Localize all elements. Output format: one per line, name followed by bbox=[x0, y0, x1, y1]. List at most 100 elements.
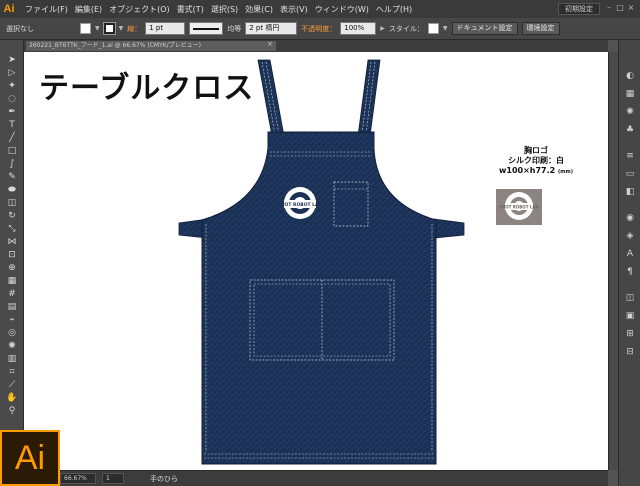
menu-select[interactable]: 選択(S) bbox=[211, 4, 238, 15]
app-logo: Ai bbox=[3, 3, 15, 15]
layers-panel-icon[interactable]: ◫ bbox=[623, 292, 637, 305]
page-field[interactable]: 1 bbox=[102, 473, 124, 484]
status-bar: 66.67% 1 手のひら bbox=[24, 470, 608, 486]
logo-caption-size: w100×h77.2 (mm) bbox=[476, 166, 596, 177]
close-icon[interactable]: × bbox=[626, 2, 636, 14]
right-waist-tie bbox=[433, 218, 465, 239]
current-tool-status[interactable]: 手のひら bbox=[150, 474, 178, 484]
menu-window[interactable]: ウィンドウ(W) bbox=[315, 4, 369, 15]
menu-view[interactable]: 表示(V) bbox=[280, 4, 308, 15]
menu-type[interactable]: 書式(T) bbox=[177, 4, 204, 15]
logo-caption-print: シルク印刷：白 bbox=[508, 156, 564, 165]
menu-file[interactable]: ファイル(F) bbox=[25, 4, 68, 15]
mesh-tool-icon[interactable]: # bbox=[5, 288, 19, 300]
pen-tool-icon[interactable]: ✒ bbox=[5, 106, 19, 118]
logo-size-value: w100×h77.2 bbox=[498, 166, 556, 175]
blend-tool-icon[interactable]: ◎ bbox=[5, 327, 19, 339]
left-neck-strap bbox=[257, 59, 285, 137]
opacity-field[interactable]: 100% bbox=[340, 22, 377, 35]
control-bar: 選択なし ▼ ▼ 線： 1 pt 均等 2 pt 楕円 不透明度： 100% ▶… bbox=[0, 18, 640, 40]
fill-dropdown-icon[interactable]: ▼ bbox=[95, 25, 100, 32]
symbol-sprayer-tool-icon[interactable]: ✺ bbox=[5, 340, 19, 352]
logo-size-unit: (mm) bbox=[558, 169, 574, 175]
shape-builder-tool-icon[interactable]: ⊕ bbox=[5, 262, 19, 274]
pathfinder-panel-icon[interactable]: ⊟ bbox=[623, 346, 637, 359]
direct-selection-tool-icon[interactable]: ▷ bbox=[5, 67, 19, 79]
tools-panel: ➤ ▷ ✦ ◌ ✒ T ╱ □ ∫ ✎ ⬬ ◫ ↻ ⤡ ⋈ ⊡ ⊕ ▦ # ▤ … bbox=[0, 40, 24, 486]
document-tab[interactable]: 260221_BT6TTK_フード_1.ai @ 66.67% (CMYK/プレ… bbox=[26, 41, 276, 51]
vertical-scrollbar[interactable] bbox=[608, 52, 618, 470]
artboards-panel-icon[interactable]: ▣ bbox=[623, 310, 637, 323]
free-transform-tool-icon[interactable]: ⊡ bbox=[5, 249, 19, 261]
style-swatch[interactable] bbox=[427, 23, 439, 34]
line-tool-icon[interactable]: ╱ bbox=[5, 132, 19, 144]
artboard-canvas[interactable]: テーブルクロス EVOT ROBOT LAB EVOT ROBOT LAB 胸ロ… bbox=[24, 52, 608, 470]
rectangle-tool-icon[interactable]: □ bbox=[5, 145, 19, 157]
width-tool-icon[interactable]: ⋈ bbox=[5, 236, 19, 248]
style-label: スタイル： bbox=[388, 24, 424, 33]
stroke-label[interactable]: 線： bbox=[127, 24, 141, 34]
selection-status: 選択なし bbox=[6, 24, 34, 33]
menu-help[interactable]: ヘルプ(H) bbox=[376, 4, 412, 15]
document-tab-bar: 260221_BT6TTK_フード_1.ai @ 66.67% (CMYK/プレ… bbox=[24, 40, 608, 52]
type-tool-icon[interactable]: T bbox=[5, 119, 19, 131]
document-settings-button[interactable]: ドキュメント設定 bbox=[451, 22, 518, 35]
stroke-weight-field[interactable]: 1 pt bbox=[145, 22, 186, 35]
scale-tool-icon[interactable]: ⤡ bbox=[5, 223, 19, 235]
stroke-dropdown-icon[interactable]: ▼ bbox=[119, 25, 124, 32]
logo-caption-title: 胸ロゴ bbox=[524, 146, 548, 155]
magic-wand-tool-icon[interactable]: ✦ bbox=[5, 80, 19, 92]
selection-tool-icon[interactable]: ➤ bbox=[5, 54, 19, 66]
style-dropdown-icon[interactable]: ▼ bbox=[443, 25, 448, 32]
paintbrush-tool-icon[interactable]: ∫ bbox=[5, 158, 19, 170]
gradient-panel-icon[interactable]: ▭ bbox=[623, 168, 637, 181]
zoom-field[interactable]: 66.67% bbox=[60, 473, 96, 484]
workspace-switcher[interactable]: 初期設定 bbox=[558, 3, 600, 15]
preferences-button[interactable]: 環境設定 bbox=[521, 22, 560, 35]
slice-tool-icon[interactable]: ⟋ bbox=[5, 379, 19, 391]
line-style-label[interactable]: 均等 bbox=[227, 24, 241, 34]
opacity-label[interactable]: 不透明度： bbox=[301, 24, 336, 34]
column-graph-tool-icon[interactable]: ▥ bbox=[5, 353, 19, 365]
minimize-icon[interactable]: – bbox=[604, 2, 614, 14]
blob-brush-tool-icon[interactable]: ⬬ bbox=[5, 184, 19, 196]
artboard-tool-icon[interactable]: ⌗ bbox=[5, 366, 19, 378]
stroke-swatch[interactable] bbox=[102, 22, 116, 35]
chest-logo-text: EVOT ROBOT LAB bbox=[278, 202, 322, 208]
rotate-tool-icon[interactable]: ↻ bbox=[5, 210, 19, 222]
lasso-tool-icon[interactable]: ◌ bbox=[5, 93, 19, 105]
appearance-panel-icon[interactable]: ◉ bbox=[623, 212, 637, 225]
eraser-tool-icon[interactable]: ◫ bbox=[5, 197, 19, 209]
sample-logo-text: EVOT ROBOT LAB bbox=[499, 205, 538, 210]
menu-edit[interactable]: 編集(E) bbox=[75, 4, 102, 15]
ai-logo-icon: Ai bbox=[14, 439, 46, 477]
line-style-icon[interactable] bbox=[189, 22, 224, 35]
brush-field[interactable]: 2 pt 楕円 bbox=[245, 22, 298, 35]
brushes-panel-icon[interactable]: ✺ bbox=[623, 106, 637, 119]
close-tab-icon[interactable]: × bbox=[267, 40, 273, 48]
logo-sample-icon: EVOT ROBOT LAB bbox=[496, 189, 542, 225]
stroke-panel-icon[interactable]: ≡ bbox=[623, 150, 637, 163]
maximize-icon[interactable]: □ bbox=[615, 2, 625, 14]
transparency-panel-icon[interactable]: ◧ bbox=[623, 186, 637, 199]
fill-swatch[interactable] bbox=[80, 23, 91, 34]
menu-effect[interactable]: 効果(C) bbox=[245, 4, 273, 15]
character-panel-icon[interactable]: A bbox=[623, 248, 637, 261]
logo-caption: 胸ロゴ シルク印刷：白 w100×h77.2 (mm) bbox=[476, 146, 596, 177]
apron-illustration: EVOT ROBOT LAB EVOT ROBOT LAB bbox=[178, 59, 542, 465]
align-panel-icon[interactable]: ⊞ bbox=[623, 328, 637, 341]
perspective-grid-tool-icon[interactable]: ▦ bbox=[5, 275, 19, 287]
color-panel-icon[interactable]: ◐ bbox=[623, 70, 637, 83]
eyedropper-tool-icon[interactable]: ⌁ bbox=[5, 314, 19, 326]
opacity-dropdown-icon[interactable]: ▶ bbox=[380, 25, 385, 32]
gradient-tool-icon[interactable]: ▤ bbox=[5, 301, 19, 313]
illustrator-logo: Ai bbox=[0, 430, 60, 486]
symbols-panel-icon[interactable]: ♣ bbox=[623, 124, 637, 137]
swatches-panel-icon[interactable]: ▦ bbox=[623, 88, 637, 101]
zoom-tool-icon[interactable]: ⚲ bbox=[5, 405, 19, 417]
menu-object[interactable]: オブジェクト(O) bbox=[109, 4, 170, 15]
paragraph-panel-icon[interactable]: ¶ bbox=[623, 266, 637, 279]
pencil-tool-icon[interactable]: ✎ bbox=[5, 171, 19, 183]
graphic-styles-panel-icon[interactable]: ◈ bbox=[623, 230, 637, 243]
hand-tool-icon[interactable]: ✋ bbox=[5, 392, 19, 404]
